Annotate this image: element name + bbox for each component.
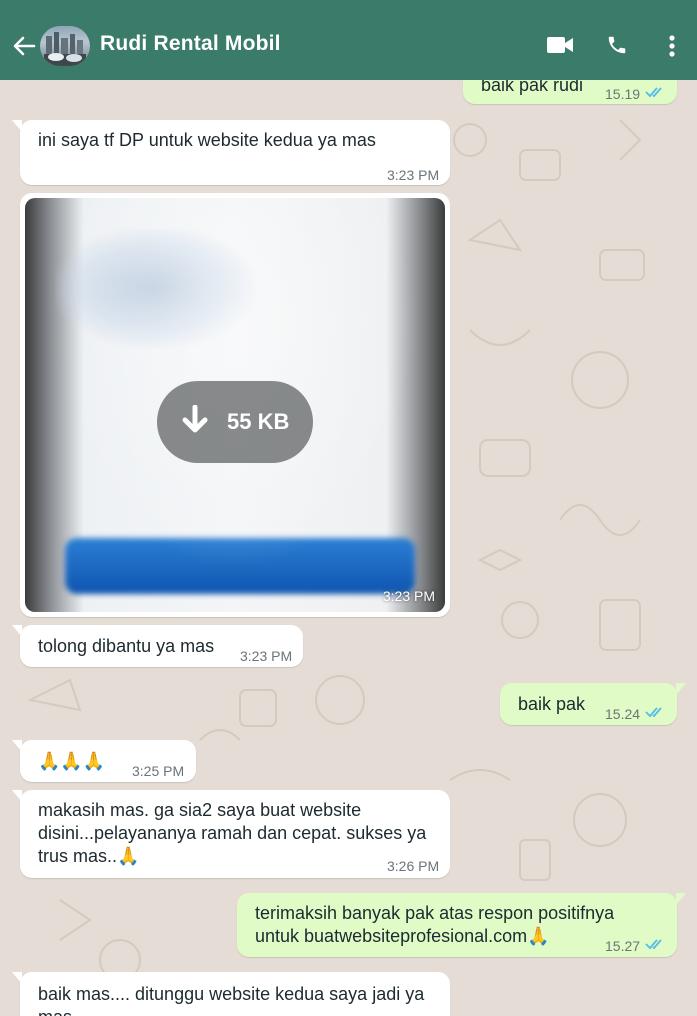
message-line: trus mas..🙏 <box>38 846 140 866</box>
message-time: 3:23 PM <box>240 648 293 664</box>
download-button[interactable]: 55 KB <box>157 381 313 463</box>
message-incoming[interactable]: 🙏🙏🙏 3:25 PM <box>20 740 196 782</box>
message-text: baik pak <box>518 694 586 714</box>
message-outgoing[interactable]: baik pak 15.24 <box>500 683 677 725</box>
message-time: 3:26 PM <box>387 858 440 874</box>
chat-title[interactable]: Rudi Rental Mobil <box>100 32 281 56</box>
more-vertical-icon[interactable] <box>668 34 676 58</box>
message-text: 🙏🙏🙏 <box>38 751 106 772</box>
message-line: disini...pelayananya ramah dan cepat. su… <box>38 823 427 843</box>
image-thumbnail[interactable]: 55 KB 3:23 PM <box>25 198 445 612</box>
message-text: tolong dibantu ya mas <box>38 636 215 656</box>
message-line: mas <box>38 1006 72 1016</box>
message-line: terimaksih banyak pak atas respon positi… <box>255 903 615 923</box>
message-text: ini saya tf DP untuk website kedua ya ma… <box>38 130 376 150</box>
avatar[interactable] <box>40 26 90 66</box>
download-size: 55 KB <box>227 409 290 434</box>
message-time: 3:23 PM <box>387 167 440 183</box>
download-arrow-icon <box>182 405 208 433</box>
message-time: 15.27 <box>605 938 641 954</box>
chat-header: Rudi Rental Mobil <box>0 0 697 80</box>
read-receipt-icon <box>645 939 662 950</box>
message-line: makasih mas. ga sia2 saya buat website <box>38 800 362 820</box>
message-outgoing[interactable]: terimaksih banyak pak atas respon positi… <box>237 893 677 957</box>
phone-icon[interactable] <box>606 34 628 56</box>
read-receipt-icon <box>645 87 662 98</box>
bubble-tail <box>676 683 686 695</box>
arrow-left-icon[interactable] <box>10 32 38 60</box>
bubble-tail <box>676 893 686 905</box>
message-time: 15.19 <box>605 86 641 102</box>
message-line: untuk buatwebsiteprofesional.com🙏 <box>255 926 550 946</box>
message-time: 15.24 <box>605 706 641 722</box>
message-incoming[interactable]: baik mas.... ditunggu website kedua saya… <box>20 972 450 1016</box>
message-incoming[interactable]: tolong dibantu ya mas 3:23 PM <box>20 625 303 667</box>
message-line: baik mas.... ditunggu website kedua saya… <box>38 984 425 1004</box>
message-incoming[interactable]: ini saya tf DP untuk website kedua ya ma… <box>20 120 450 185</box>
message-incoming[interactable]: makasih mas. ga sia2 saya buat website d… <box>20 790 450 878</box>
message-image[interactable]: 55 KB 3:23 PM <box>20 193 450 617</box>
video-camera-icon[interactable] <box>546 36 574 54</box>
read-receipt-icon <box>645 707 662 718</box>
message-time: 3:23 PM <box>382 588 435 604</box>
message-time: 3:25 PM <box>132 763 185 779</box>
